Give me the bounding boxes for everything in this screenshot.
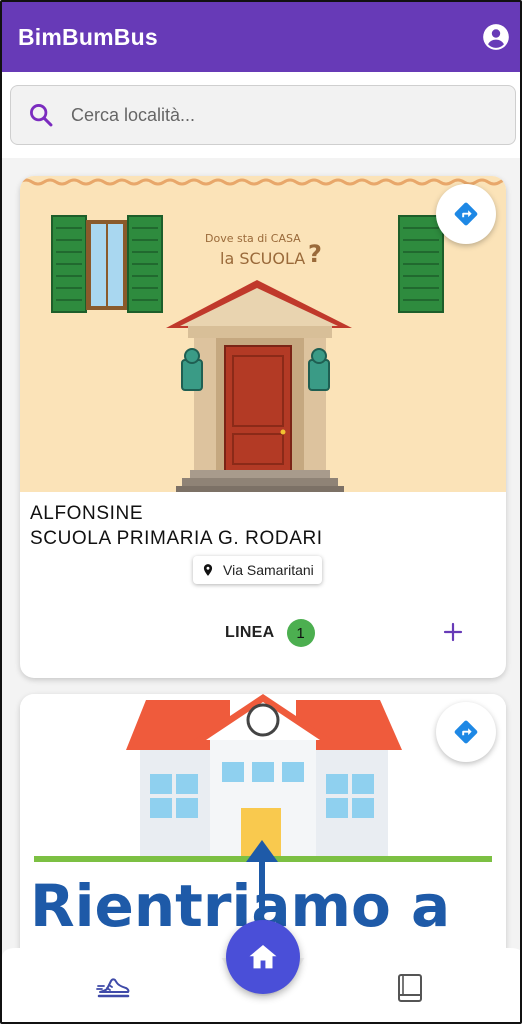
directions-button[interactable]: [436, 702, 496, 762]
card-city: ALFONSINE: [30, 503, 144, 524]
linea-label: LINEA: [225, 624, 275, 641]
search-area: [2, 72, 520, 158]
app-title: BimBumBus: [18, 23, 158, 50]
search-box[interactable]: [10, 85, 516, 145]
school-card[interactable]: Dove sta di CASA la SCUOLA ? ALFONSINE S…: [20, 176, 506, 678]
address-text: Via Samaritani: [223, 562, 314, 578]
plus-icon[interactable]: [441, 620, 465, 644]
account-circle-icon[interactable]: [482, 23, 510, 51]
search-input[interactable]: [71, 104, 471, 126]
card-school-name: SCUOLA PRIMARIA G. RODARI: [30, 528, 323, 549]
illustration-text-line1: Dove sta di CASA: [205, 232, 301, 245]
school-door-illustration: Dove sta di CASA la SCUOLA ?: [20, 176, 506, 492]
directions-icon: [454, 720, 478, 744]
svg-text:?: ?: [308, 240, 322, 268]
linea-row: LINEA 1: [225, 619, 315, 647]
shoe-icon[interactable]: [96, 968, 132, 1004]
directions-button[interactable]: [436, 184, 496, 244]
school-card[interactable]: Rientriamo a: [20, 694, 506, 958]
search-icon: [30, 104, 53, 127]
illustration-text-line2: la SCUOLA: [220, 249, 305, 268]
location-pin-icon: [203, 564, 213, 576]
book-icon[interactable]: [392, 970, 428, 1006]
address-chip[interactable]: Via Samaritani: [193, 556, 322, 584]
app-bar: BimBumBus: [2, 2, 520, 72]
home-button[interactable]: [226, 920, 300, 994]
directions-icon: [454, 202, 478, 226]
app-root: BimBumBus Cerca località... Dove sta di …: [0, 0, 522, 1024]
school-list: Dove sta di CASA la SCUOLA ? ALFONSINE S…: [2, 158, 520, 958]
home-icon: [249, 944, 277, 969]
school-building-illustration: Rientriamo a: [20, 694, 506, 958]
linea-number-badge[interactable]: 1: [286, 619, 315, 647]
